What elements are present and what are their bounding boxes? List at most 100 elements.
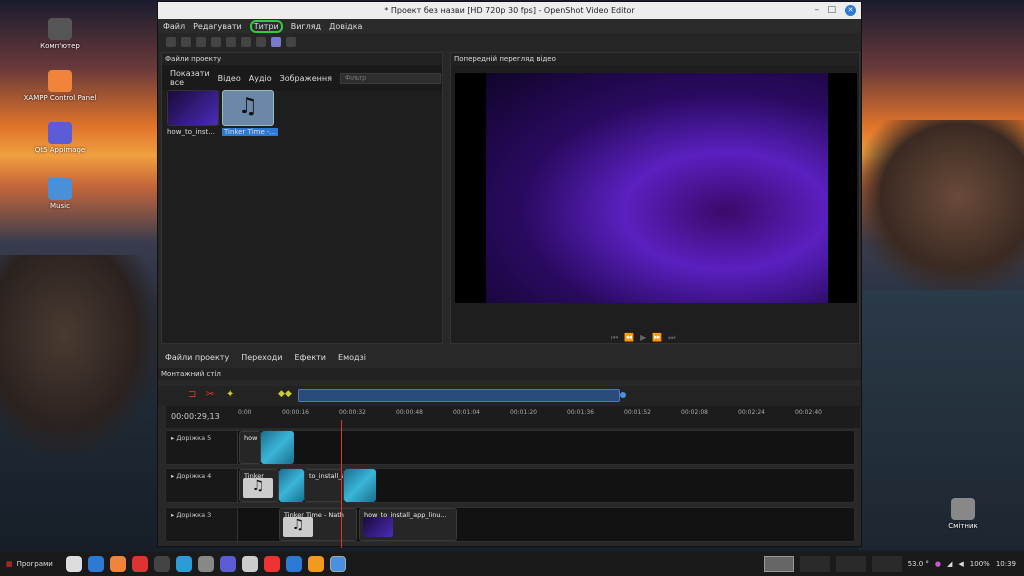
add-marker-icon[interactable]: ✦	[226, 389, 234, 400]
vscode-icon[interactable]	[87, 556, 104, 572]
file-thumb-audio[interactable]: ♫	[222, 90, 274, 126]
export-icon[interactable]	[286, 37, 296, 47]
app-icon[interactable]	[219, 556, 236, 572]
ruler-tick: 00:00:16	[282, 409, 309, 416]
file-name-audio[interactable]: Tinker Time -...	[222, 128, 279, 136]
window-title: * Проект без назви [HD 720p 30 fps] - Op…	[384, 6, 635, 15]
filter-input[interactable]	[339, 72, 441, 84]
playback-controls[interactable]: ⏮⏪▶⏩⏭	[611, 333, 681, 343]
app-icon[interactable]	[241, 556, 258, 572]
clip-audio[interactable]: Tinker Time - Nath ♫	[279, 508, 357, 541]
firefox-icon[interactable]	[307, 556, 324, 572]
file-thumb-video[interactable]	[167, 90, 219, 126]
taskbar: ▦ Програми 53.0 ° ● ◢ ◀ 100% 10:39	[0, 552, 1024, 576]
close-icon[interactable]: ✕	[845, 5, 856, 16]
open-project-icon[interactable]	[181, 37, 191, 47]
fullscreen-icon[interactable]	[271, 37, 281, 47]
tab-emoji[interactable]: Емодзі	[338, 353, 366, 362]
workspace-2[interactable]	[799, 556, 830, 572]
ruler-tick: 00:01:20	[510, 409, 537, 416]
wifi-icon[interactable]: ◢	[947, 560, 952, 568]
desktop-rocks-right	[859, 120, 1024, 290]
menu-icon[interactable]: ▦	[6, 560, 13, 568]
main-toolbar	[158, 33, 861, 51]
window-titlebar[interactable]: * Проект без назви [HD 720p 30 fps] - Op…	[158, 2, 861, 19]
desktop-icon-music[interactable]: Music	[15, 178, 105, 210]
import-files-icon[interactable]	[211, 37, 221, 47]
video-thumb	[363, 517, 393, 537]
terminal-icon[interactable]	[153, 556, 170, 572]
tab-show-all[interactable]: Показати все	[170, 69, 210, 87]
desktop-icon-computer[interactable]: Комп'ютер	[15, 18, 105, 50]
timeline-zoom-slider[interactable]	[298, 389, 620, 402]
app-icon[interactable]	[175, 556, 192, 572]
maximize-icon[interactable]: □	[827, 2, 836, 19]
battery-level: 100%	[969, 560, 990, 568]
bottom-tabs: Файли проекту Переходи Ефекти Емодзі	[161, 350, 370, 365]
timeline-toolbar: ⊐ ✂ ✦ ◆◆	[158, 386, 861, 406]
center-playhead-icon[interactable]: ◆◆	[278, 389, 292, 399]
filezilla-icon[interactable]	[131, 556, 148, 572]
workspace-3[interactable]	[835, 556, 866, 572]
minimize-icon[interactable]: –	[815, 2, 820, 19]
menu-view[interactable]: Вигляд	[291, 22, 321, 31]
save-project-icon[interactable]	[196, 37, 206, 47]
tab-effects[interactable]: Ефекти	[295, 353, 327, 362]
desktop-icon-xampp[interactable]: XAMPP Control Panel	[15, 70, 105, 102]
project-files-tabs: Показати все Відео Аудіо Зображення	[162, 65, 442, 91]
xampp-icon[interactable]	[109, 556, 126, 572]
app-icon[interactable]	[197, 556, 214, 572]
tray-icon[interactable]: ●	[935, 560, 941, 568]
clip-video[interactable]: how_to_install_app_linu...	[359, 508, 457, 541]
transition-clip[interactable]	[279, 469, 304, 502]
profile-icon[interactable]	[256, 37, 266, 47]
timecode: 00:00:29,13	[171, 412, 220, 421]
tab-video[interactable]: Відео	[218, 74, 241, 83]
undo-icon[interactable]	[226, 37, 236, 47]
redo-icon[interactable]	[241, 37, 251, 47]
volume-icon[interactable]: ◀	[958, 560, 963, 568]
start-menu-button[interactable]: Програми	[17, 560, 53, 568]
track-header: ▸ Доріжка 3	[166, 508, 238, 541]
menu-help[interactable]: Довідка	[329, 22, 362, 31]
clip-video[interactable]: to_install_ap	[304, 469, 344, 502]
clip-video[interactable]: how	[239, 431, 261, 464]
clock[interactable]: 10:39	[996, 560, 1016, 568]
new-project-icon[interactable]	[166, 37, 176, 47]
workspace-4[interactable]	[871, 556, 902, 572]
project-files-title: Файли проекту	[162, 53, 442, 65]
snap-icon[interactable]: ⊐	[188, 389, 196, 400]
menu-titles[interactable]: Титри	[249, 19, 283, 33]
timeline-ruler[interactable]: 00:00:29,13 0:00 00:00:16 00:00:32 00:00…	[166, 406, 860, 428]
tab-images[interactable]: Зображення	[280, 74, 332, 83]
tab-transitions[interactable]: Переходи	[241, 353, 282, 362]
tab-audio[interactable]: Аудіо	[249, 74, 272, 83]
transition-clip[interactable]	[344, 469, 376, 502]
desktop-icon-trash[interactable]: Смітник	[918, 498, 1008, 530]
menu-edit[interactable]: Редагувати	[193, 22, 242, 31]
files-icon[interactable]	[65, 556, 82, 572]
ruler-tick: 00:02:24	[738, 409, 765, 416]
openshot-icon[interactable]	[329, 556, 346, 572]
tab-project-files[interactable]: Файли проекту	[165, 353, 229, 362]
timeline-title: Монтажний стіл	[158, 368, 861, 380]
transition-clip[interactable]	[261, 431, 294, 464]
desktop-icon-qt5[interactable]: Qt5 Appimage	[15, 122, 105, 154]
menubar: Файл Редагувати Титри Вигляд Довідка	[158, 19, 861, 33]
menu-file[interactable]: Файл	[163, 22, 185, 31]
workspace-1[interactable]	[763, 556, 794, 572]
track-3[interactable]: ▸ Доріжка 3 Tinker Time - Nath ♫ how_to_i…	[165, 507, 855, 542]
ruler-tick: 00:01:52	[624, 409, 651, 416]
app-icon[interactable]	[263, 556, 280, 572]
zoom-handle[interactable]	[620, 392, 626, 398]
razor-icon[interactable]: ✂	[206, 389, 214, 400]
ruler-tick: 0:00	[238, 409, 252, 416]
track-4[interactable]: ▸ Доріжка 4 Tinker Tim♫ to_install_ap	[165, 468, 855, 503]
playhead[interactable]	[341, 420, 342, 548]
preview-title: Попередній перегляд відео	[451, 53, 859, 65]
clip-audio[interactable]: Tinker Tim♫	[239, 469, 279, 502]
chrome-icon[interactable]	[285, 556, 302, 572]
track-5[interactable]: ▸ Доріжка 5 how	[165, 430, 855, 465]
file-name-video[interactable]: how_to_inst...	[167, 128, 215, 136]
cpu-temp: 53.0 °	[907, 560, 929, 568]
